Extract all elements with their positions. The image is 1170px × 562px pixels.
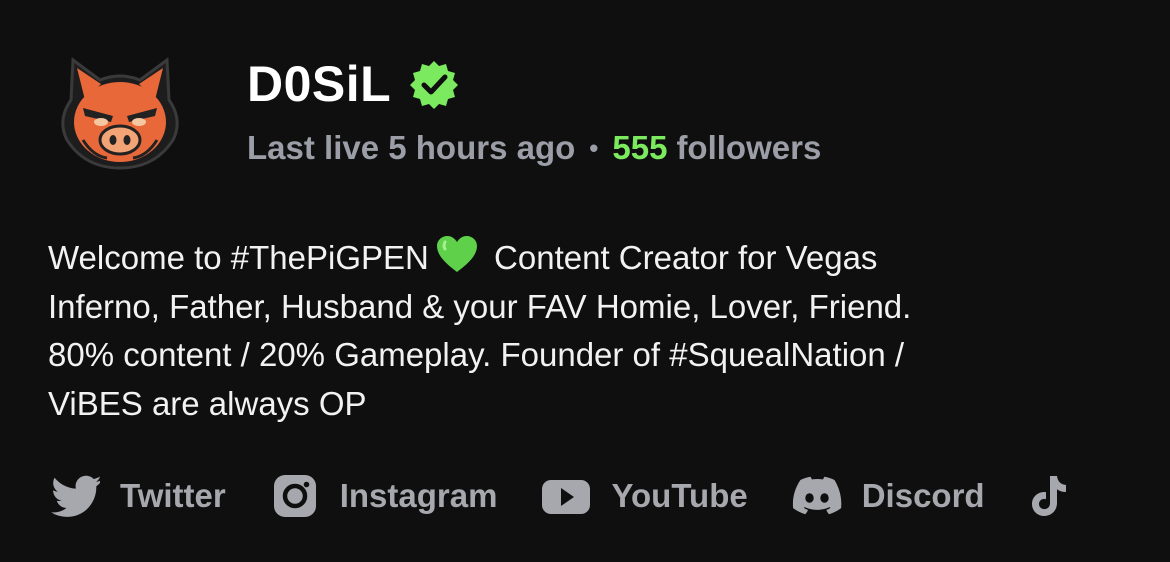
channel-avatar[interactable] [55, 50, 185, 170]
discord-icon [792, 474, 842, 518]
followers-label: followers [676, 129, 822, 166]
channel-bio: Welcome to #ThePiGPEN Content Creator fo… [48, 234, 1128, 428]
green-heart-icon [435, 234, 479, 274]
channel-header: D0SiL [247, 52, 459, 116]
channel-name: D0SiL [247, 56, 392, 112]
channel-meta: Last live 5 hours ago • 555 followers [247, 126, 821, 170]
bio-text-part1: Welcome to #ThePiGPEN [48, 239, 429, 276]
social-links: Twitter Instagram YouTube Discord [50, 470, 1069, 522]
verified-badge-icon [409, 59, 459, 109]
youtube-icon [541, 474, 591, 518]
social-link-youtube[interactable]: YouTube [541, 474, 748, 518]
last-live-text: Last live 5 hours ago [247, 129, 576, 166]
pig-logo-icon [61, 57, 179, 170]
tiktok-icon [1029, 474, 1069, 518]
social-label-discord: Discord [861, 477, 985, 514]
instagram-icon [270, 474, 320, 518]
follower-count: 555 [612, 129, 668, 166]
twitter-icon [50, 474, 100, 518]
social-label-twitter: Twitter [120, 477, 226, 514]
social-link-instagram[interactable]: Instagram [270, 474, 498, 518]
social-label-youtube: YouTube [611, 477, 748, 514]
social-label-instagram: Instagram [339, 477, 498, 514]
social-link-discord[interactable]: Discord [792, 474, 985, 518]
meta-separator: • [589, 132, 599, 163]
social-link-tiktok[interactable] [1029, 474, 1069, 518]
social-link-twitter[interactable]: Twitter [50, 474, 226, 518]
